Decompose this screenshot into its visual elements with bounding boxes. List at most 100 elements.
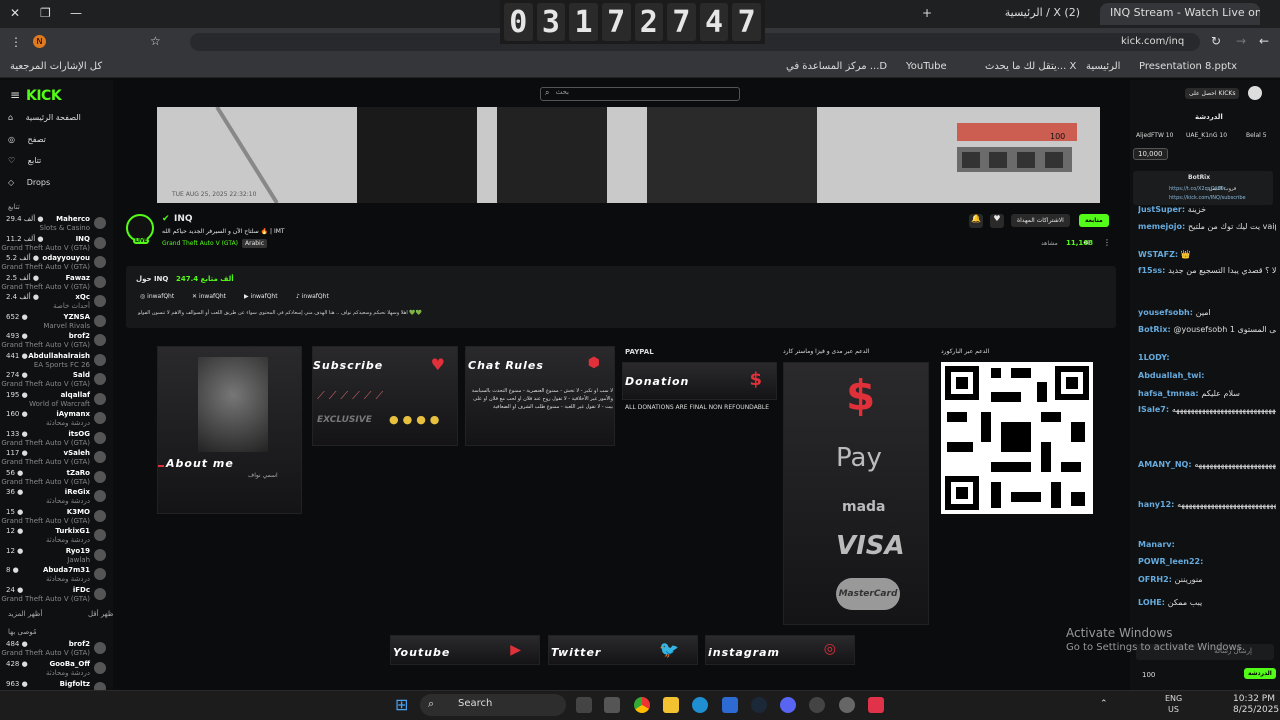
nav-browse[interactable]: ◎ تصفح: [8, 135, 46, 144]
chat-message[interactable]: ISale7: هههههههههههههههههههههههههههههههه…: [1138, 405, 1276, 415]
chat-message[interactable]: memejojo: يت ليك توك من ملتيح vaip: [1138, 222, 1276, 232]
tab-inq[interactable]: INQ Stream - Watch Live on: [1100, 3, 1260, 25]
chat-username[interactable]: AMANY_NQ:: [1138, 460, 1194, 469]
chat-username[interactable]: BotRix:: [1138, 325, 1173, 334]
bookmark-home[interactable]: الرئيسية: [1086, 61, 1120, 72]
channel-row[interactable]: 12 ● TurkixG1 دردشة ومحادثة: [4, 527, 108, 545]
card-payment-panel[interactable]: $ Pay mada VISA MasterCard: [783, 362, 929, 625]
channel-row[interactable]: 117 ● vSaleh Grand Theft Auto V (GTA): [1, 449, 108, 467]
channel-row[interactable]: 428 ● GooBa_Off دردشة ومحادثة: [4, 660, 108, 678]
chat-message[interactable]: BotRix: @yousefsobh مبروك! وصلت إلى المس…: [1138, 325, 1276, 335]
heart-icon[interactable]: ♥: [990, 214, 1004, 228]
steam-icon[interactable]: [751, 697, 767, 713]
pinned-message[interactable]: BotRix قروب الديس https://t.co/X2qxOil89…: [1133, 171, 1273, 205]
taskbar-search[interactable]: Search: [420, 694, 566, 716]
bookmark-help[interactable]: مركز المساعدة في ...D: [786, 61, 887, 72]
subscribe-card[interactable]: Subscribe ♥ ⟋⟋⟋⟋⟋⟋ EXCLUSIVE ●●●●: [312, 346, 458, 446]
channel-row[interactable]: 29.4 ألف ● Maherco Slots & Casino: [4, 215, 108, 233]
social-tiktok[interactable]: ♪ inwafQht: [296, 293, 329, 300]
chat-message[interactable]: Manarv:: [1138, 540, 1276, 550]
chat-username[interactable]: JustSuper:: [1138, 205, 1188, 214]
search-input[interactable]: بحث: [540, 87, 740, 101]
top-gifter[interactable]: UAE_K1nG 10: [1186, 132, 1227, 139]
channel-row[interactable]: 12 ● Ryo19 Jawlah: [4, 547, 108, 565]
bookmark-presentation[interactable]: Presentation 8.pptx: [1139, 61, 1237, 72]
chat-message[interactable]: f15ss: بإمكانه الخير الحين وش سالفه السي…: [1138, 266, 1276, 276]
tray-chevron-icon[interactable]: ⌃: [1100, 699, 1108, 709]
folder-icon[interactable]: [663, 697, 679, 713]
bell-icon[interactable]: 🔔: [969, 214, 983, 228]
chrome-icon[interactable]: [634, 697, 650, 713]
bookmark-all[interactable]: كل الإشارات المرجعية: [10, 61, 102, 72]
tab-x[interactable]: الرئيسية / X (2): [940, 3, 1090, 25]
minimize-window-icon[interactable]: —: [70, 6, 82, 20]
channel-row[interactable]: 56 ● tZaRo Grand Theft Auto V (GTA): [1, 469, 108, 487]
forward-icon[interactable]: →: [1236, 34, 1246, 48]
chat-username[interactable]: yousefsobh:: [1138, 308, 1196, 317]
channel-row[interactable]: 36 ● iReGix دردشة ومحادثة: [4, 488, 108, 506]
chat-message[interactable]: WSTAFZ: 👑: [1138, 250, 1276, 260]
channel-row[interactable]: 441 ● Abdullahalraish EA Sports FC 26: [4, 352, 108, 370]
show-more-link[interactable]: أظهر المزيد: [8, 610, 42, 618]
app-icon[interactable]: [809, 697, 825, 713]
restore-window-icon[interactable]: ❐: [40, 6, 51, 20]
nav-drops[interactable]: ◇ Drops: [8, 178, 50, 187]
more-icon[interactable]: ⋮: [1103, 238, 1111, 247]
channel-row[interactable]: 652 ● YZNSA Marvel Rivals: [4, 313, 108, 331]
nav-home[interactable]: ⌂ الصفحة الرئيسية: [8, 113, 81, 122]
chat-message[interactable]: JustSuper: خزينة: [1138, 205, 1276, 215]
chat-message[interactable]: POWR_leen22:: [1138, 557, 1276, 567]
social-x[interactable]: ✕ inwafQht: [192, 293, 226, 300]
chat-message[interactable]: LOHE: يبب ممكن: [1138, 598, 1276, 608]
twitter-banner[interactable]: Twitter 🐦: [548, 635, 698, 665]
mail-icon[interactable]: [722, 697, 738, 713]
channel-row[interactable]: 24 ● iFDc Grand Theft Auto V (GTA): [1, 586, 108, 604]
share-icon[interactable]: ⋖: [1083, 238, 1090, 247]
get-kicks-button[interactable]: احصل على KICKs: [1185, 88, 1240, 99]
channel-row[interactable]: 15 ● K3MO Grand Theft Auto V (GTA): [1, 508, 108, 526]
menu-dots-icon[interactable]: ⋮: [10, 35, 22, 49]
channel-row[interactable]: 160 ● iAymanx دردشة ومحادثة: [4, 410, 108, 428]
about-me-card[interactable]: About me اسمي نواف: [157, 346, 302, 514]
chat-send-button[interactable]: الدردشة: [1244, 668, 1276, 679]
chat-username[interactable]: Manarv:: [1138, 540, 1175, 549]
channel-row[interactable]: 5.2 ألف ● odayyouyou Grand Theft Auto V (G…: [1, 254, 108, 272]
chat-message[interactable]: Abduallah_twi:: [1138, 371, 1276, 381]
kick-logo[interactable]: KICK: [26, 88, 62, 104]
gift-subs-button[interactable]: الاشتراكات المهداة: [1011, 214, 1070, 227]
discord-icon[interactable]: [780, 697, 796, 713]
reload-icon[interactable]: ↻: [1211, 34, 1221, 48]
chat-username[interactable]: OFRH2:: [1138, 575, 1175, 584]
store-icon[interactable]: [604, 697, 620, 713]
channel-row[interactable]: 493 ● brof2 Grand Theft Auto V (GTA): [1, 332, 108, 350]
bookmark-x[interactable]: يتقل لك ما يحدث... X: [985, 61, 1076, 72]
chat-username[interactable]: ISale7:: [1138, 405, 1172, 414]
back-icon[interactable]: ←: [1259, 34, 1269, 48]
tiktok-icon[interactable]: [868, 697, 884, 713]
user-avatar[interactable]: [1248, 86, 1262, 100]
chat-message[interactable]: 1LODY:: [1138, 353, 1276, 363]
chat-message[interactable]: hany12: هههههههههههههههههههههههههههههههه…: [1138, 500, 1276, 510]
channel-row[interactable]: 8 ● Abuda7m31 دردشة ومحادثة: [4, 566, 108, 584]
top-gifter[interactable]: AljedFTW 10: [1136, 132, 1173, 139]
chat-username[interactable]: POWR_leen22:: [1138, 557, 1203, 566]
social-instagram[interactable]: ◎ inwafQht: [140, 293, 174, 300]
clock-date[interactable]: 8/25/2025: [1233, 705, 1279, 715]
clock-time[interactable]: 10:32 PM: [1233, 694, 1275, 704]
youtube-banner[interactable]: Youtube ▶: [390, 635, 540, 665]
streamer-name[interactable]: INQ: [174, 214, 193, 224]
channel-row[interactable]: 195 ● alqallaf World of Warcraft: [4, 391, 108, 409]
hamburger-icon[interactable]: ≡: [10, 88, 20, 102]
windows-start-icon[interactable]: ⊞: [395, 695, 408, 714]
settings-icon[interactable]: [839, 697, 855, 713]
stream-category[interactable]: Grand Theft Auto V (GTA): [162, 240, 238, 247]
nav-following[interactable]: ♡ تتابع: [8, 156, 41, 165]
bookmark-youtube[interactable]: YouTube: [906, 61, 947, 72]
channel-row[interactable]: 11.2 ألف ● INQ Grand Theft Auto V (GTA): [1, 235, 108, 253]
kicks-pill[interactable]: 10,000: [1133, 148, 1168, 160]
top-gifter[interactable]: Belal 5: [1246, 132, 1267, 139]
qr-code[interactable]: [941, 362, 1093, 514]
chat-username[interactable]: hafsa_tmnaa:: [1138, 389, 1201, 398]
chat-message[interactable]: hafsa_tmnaa: سلام عليكم: [1138, 389, 1276, 399]
chat-username[interactable]: f15ss:: [1138, 266, 1168, 275]
